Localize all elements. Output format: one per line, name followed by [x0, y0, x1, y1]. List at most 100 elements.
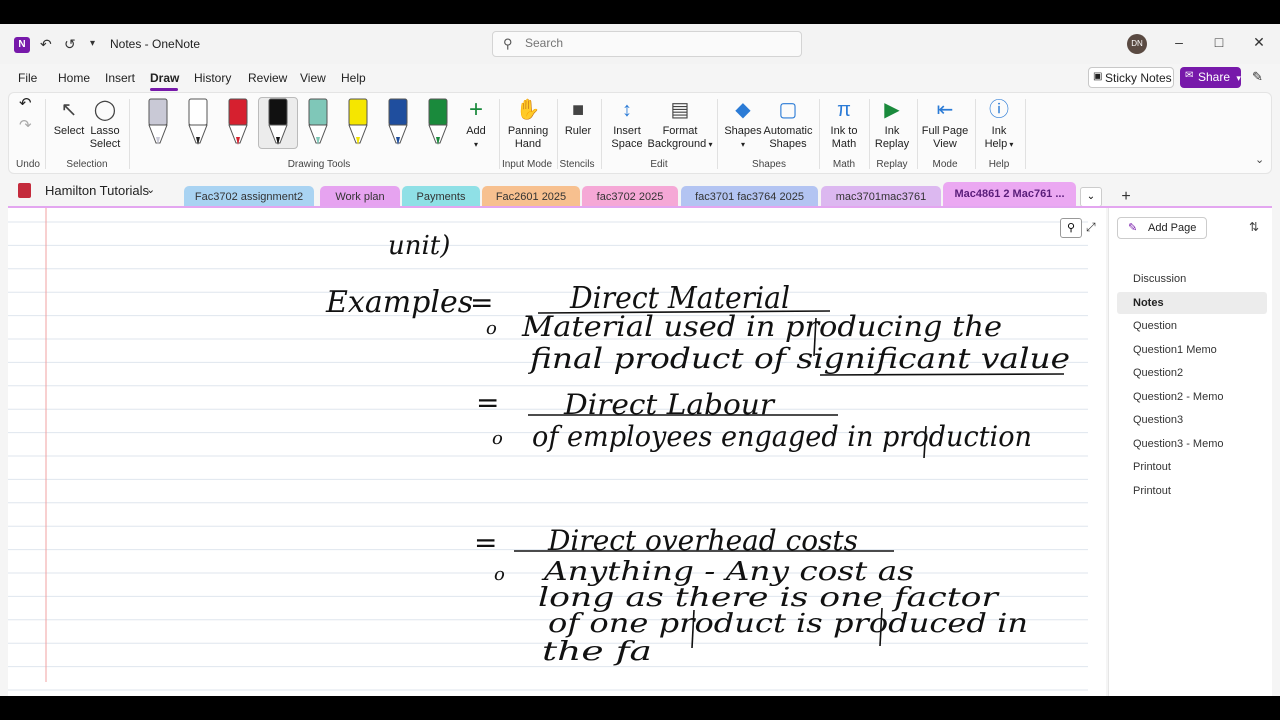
pen-4[interactable] [308, 98, 328, 145]
section-tab[interactable]: fac3702 2025 [582, 186, 678, 208]
pen-3[interactable] [268, 98, 288, 145]
ink-help-button[interactable]: ⓘ Ink Help ▾ [979, 97, 1019, 151]
pen-0[interactable] [148, 98, 168, 145]
section-tab[interactable]: mac3701mac3761 [821, 186, 941, 208]
page-item[interactable]: Question3 [1117, 409, 1267, 431]
sticky-notes-label: Sticky Notes [1105, 71, 1172, 85]
ink-direct-overhead: Direct overhead costs [547, 524, 858, 557]
redo-icon[interactable]: ↷ [19, 118, 32, 133]
group-edit-label: Edit [650, 159, 668, 170]
onenote-logo-icon: N [14, 37, 30, 53]
section-tab-label: Mac4861 2 Mac761 ... [954, 188, 1065, 200]
lasso-label-2: Select [89, 138, 121, 150]
share-label: Share [1198, 70, 1231, 84]
collapse-ribbon-icon[interactable]: ⌄ [1255, 153, 1264, 166]
pen-6[interactable] [388, 98, 408, 145]
cursor-arrow-icon: ↖ [60, 99, 78, 121]
ribbon-separator [717, 99, 718, 169]
menu-file[interactable]: File [18, 71, 37, 85]
page-canvas[interactable]: unit) Examples = Direct Material o Mater… [8, 208, 1106, 696]
add-pen-button[interactable]: + Add ▾ [463, 97, 489, 151]
select-button[interactable]: ↖ Select [51, 97, 87, 138]
section-tab[interactable]: fac3701 fac3764 2025 [681, 186, 818, 208]
undo-icon[interactable]: ↺ [64, 36, 76, 53]
lasso-select-button[interactable]: ◯ Lasso Select [87, 97, 123, 151]
avatar[interactable]: DN [1127, 34, 1147, 54]
search-input[interactable] [525, 36, 785, 50]
shapes-button[interactable]: ◆ Shapes ▾ [723, 97, 763, 151]
automatic-shapes-button[interactable]: ▢ Automatic Shapes [763, 97, 813, 151]
pen-body [268, 98, 288, 126]
menu-insert[interactable]: Insert [105, 71, 135, 85]
ink-to-math-button[interactable]: π Ink to Math [825, 97, 863, 151]
pen-2[interactable] [228, 98, 248, 145]
pen-5[interactable] [348, 98, 368, 145]
notebook-name[interactable]: Hamilton Tutorials [45, 183, 149, 198]
page-item-active[interactable]: Notes [1117, 292, 1267, 314]
sticky-notes-button[interactable]: ▣ Sticky Notes [1088, 67, 1174, 88]
more-sections-button[interactable]: ⌄ [1080, 187, 1102, 207]
panning-label-2: Hand [514, 138, 542, 150]
ink-math-label-1: Ink to [830, 125, 858, 137]
maximize-icon[interactable]: □ [1209, 34, 1229, 50]
ink-oh-line3: of one product is produced in [548, 609, 1028, 639]
share-button[interactable]: ✉ Share ▾ [1180, 67, 1241, 88]
section-tab[interactable]: Work plan [320, 186, 400, 208]
close-icon[interactable]: ✕ [1249, 34, 1269, 51]
page-item[interactable]: Question [1117, 315, 1267, 337]
insert-space-button[interactable]: ↕ Insert Space [607, 97, 647, 151]
menu-review[interactable]: Review [248, 71, 287, 85]
lasso-label-1: Lasso [90, 125, 120, 137]
section-tab[interactable]: Fac3702 assignment2 [184, 186, 314, 208]
format-bg-label-1: Format [662, 125, 698, 137]
ink-dm-line1: Material used in producing the [521, 310, 1002, 343]
page-search-button[interactable]: ⚲ [1060, 218, 1082, 238]
full-page-view-button[interactable]: ⇤ Full Page View [921, 97, 969, 151]
panning-hand-button[interactable]: ✋ Panning Hand [507, 97, 549, 151]
notebook-bar: Hamilton Tutorials ⌄ Fac3702 assignment2… [0, 174, 1280, 210]
chevron-down-icon[interactable]: ⌄ [146, 183, 155, 196]
ink-underline-significant-value [819, 373, 1065, 376]
ink-layer: unit) Examples = Direct Material o Mater… [325, 231, 1070, 667]
menu-help[interactable]: Help [341, 71, 366, 85]
format-bg-label-2: Background [647, 138, 707, 150]
minimize-icon[interactable]: – [1169, 34, 1189, 50]
page-item[interactable]: Question3 - Memo [1117, 433, 1267, 455]
ink-replay-button[interactable]: ▶ Ink Replay [873, 97, 911, 151]
undo-icon[interactable]: ↶ [19, 96, 32, 111]
menu-history[interactable]: History [194, 71, 231, 85]
page-item[interactable]: Printout [1117, 456, 1267, 478]
pen-7[interactable] [428, 98, 448, 145]
menu-draw[interactable]: Draw [150, 71, 179, 85]
ink-equals-3: = [474, 526, 497, 559]
section-tab[interactable]: Payments [402, 186, 480, 208]
replay-icon: ▶ [884, 99, 900, 121]
format-background-button[interactable]: ▤ Format Background ▾ [647, 97, 713, 151]
section-tab[interactable]: Fac2601 2025 [482, 186, 580, 208]
add-page-button[interactable]: ✎ Add Page [1117, 217, 1207, 239]
search-box[interactable]: ⚲ [492, 31, 802, 57]
pen-1[interactable] [188, 98, 208, 145]
menu-view[interactable]: View [300, 71, 326, 85]
page-item[interactable]: Question2 - Memo [1117, 386, 1267, 408]
menu-bar: File Home Insert Draw History Review Vie… [0, 64, 1280, 92]
pen-body [348, 98, 368, 126]
comments-icon[interactable]: ✎ [1252, 69, 1263, 85]
add-section-button[interactable]: + [1116, 187, 1136, 207]
page-item[interactable]: Question1 Memo [1117, 339, 1267, 361]
page-item[interactable]: Question2 [1117, 362, 1267, 384]
notebook-icon [18, 183, 31, 198]
shapes-icon: ◆ [735, 99, 751, 121]
page-item[interactable]: Printout [1117, 480, 1267, 502]
menu-home[interactable]: Home [58, 71, 90, 85]
page-item[interactable]: Discussion [1117, 268, 1267, 290]
select-label: Select [53, 125, 85, 137]
page-item-label: Question2 [1133, 367, 1184, 379]
sort-icon[interactable]: ⇅ [1249, 220, 1259, 234]
share-icon: ✉ [1185, 70, 1194, 81]
expand-icon[interactable]: ⤢ [1086, 220, 1096, 235]
back-icon[interactable]: ↶ [40, 36, 52, 53]
title-bar: N ↶ ↺ ▾ Notes - OneNote ⚲ DN – □ ✕ [0, 24, 1280, 64]
ruler-button[interactable]: ■ Ruler [561, 97, 595, 138]
quick-access-dropdown-icon[interactable]: ▾ [90, 38, 95, 49]
